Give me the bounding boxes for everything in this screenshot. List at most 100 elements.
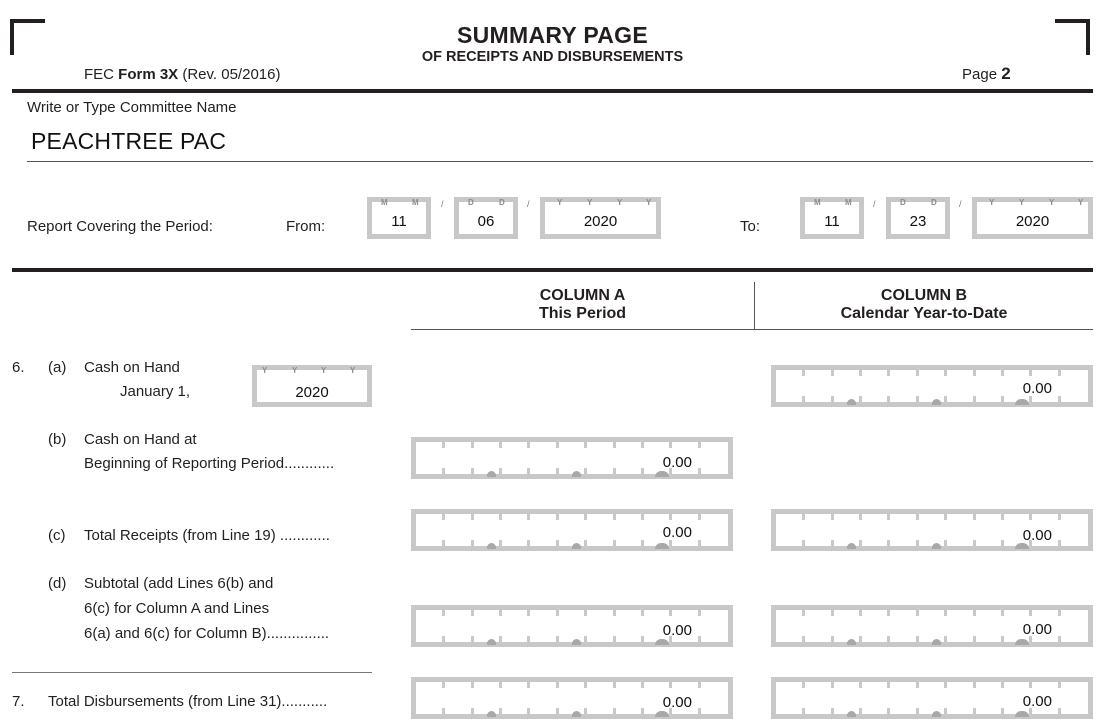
digit-slot-tick xyxy=(1001,682,1004,688)
digit-slot-tick xyxy=(442,442,445,448)
decimal-point-guide xyxy=(1015,711,1029,717)
digit-slot-tick xyxy=(669,540,672,546)
digit-slot-tick xyxy=(698,540,701,546)
from-month-field[interactable]: M M 11 xyxy=(367,197,431,239)
to-year-value: 2020 xyxy=(1015,213,1050,230)
page-number: Page 2 xyxy=(962,64,1011,84)
digit-slot-tick xyxy=(1029,610,1032,616)
digit-slot-tick xyxy=(944,514,947,520)
digit-slot-tick xyxy=(698,610,701,616)
line-6c-column-a-field[interactable]: 0.00 xyxy=(411,509,733,551)
digit-slot-tick xyxy=(831,514,834,520)
digit-slot-tick xyxy=(641,636,644,642)
digit-slot-tick xyxy=(613,708,616,714)
digit-slot-tick xyxy=(944,682,947,688)
digit-slot-tick xyxy=(859,396,862,402)
committee-name-field[interactable]: PEACHTREE PAC xyxy=(31,128,226,155)
digit-slot-tick xyxy=(1029,636,1032,642)
year-hint: Y xyxy=(350,366,356,375)
digit-slot-tick xyxy=(802,396,805,402)
comma-guide xyxy=(932,711,941,717)
line-6d-label-3: 6(a) and 6(c) for Column B).............… xyxy=(84,625,330,642)
line-7-column-b-field[interactable]: 0.00 xyxy=(771,677,1093,719)
month-hint: M xyxy=(381,198,388,207)
digit-slot-tick xyxy=(887,396,890,402)
digit-slot-tick xyxy=(859,514,862,520)
digit-slot-tick xyxy=(831,396,834,402)
day-hint: D xyxy=(468,198,474,207)
digit-slot-tick xyxy=(669,636,672,642)
line-6d-column-a-field[interactable]: 0.00 xyxy=(411,605,733,647)
to-month-field[interactable]: M M 11 xyxy=(800,197,864,239)
decimal-point-guide xyxy=(655,711,669,717)
digit-slot-tick xyxy=(499,514,502,520)
line-6c-column-b-field[interactable]: 0.00 xyxy=(771,509,1093,551)
from-month-value: 11 xyxy=(391,213,407,230)
digit-slot-tick xyxy=(1058,370,1061,376)
line-6d-label-2: 6(c) for Column A and Lines xyxy=(84,600,270,617)
digit-slot-tick xyxy=(698,468,701,474)
from-day-field[interactable]: D D 06 xyxy=(454,197,518,239)
registration-mark-top-left xyxy=(10,19,45,55)
digit-slot-tick xyxy=(831,708,834,714)
line-7-column-a-field[interactable]: 0.00 xyxy=(411,677,733,719)
digit-slot-tick xyxy=(499,468,502,474)
digit-slot-tick xyxy=(556,636,559,642)
digit-slot-tick xyxy=(1058,682,1061,688)
digit-slot-tick xyxy=(1001,370,1004,376)
digit-slot-tick xyxy=(641,610,644,616)
digit-slot-tick xyxy=(613,514,616,520)
digit-slot-tick xyxy=(527,682,530,688)
line-6d-column-b-field[interactable]: 0.00 xyxy=(771,605,1093,647)
from-year-field[interactable]: Y Y Y Y 2020 xyxy=(540,197,661,239)
year-hint: Y xyxy=(557,198,563,207)
digit-slot-tick xyxy=(973,636,976,642)
comma-guide xyxy=(572,639,581,645)
line-6d-label-1: Subtotal (add Lines 6(b) and xyxy=(84,575,274,592)
form-prefix: FEC xyxy=(84,66,114,83)
digit-slot-tick xyxy=(471,682,474,688)
from-day-value: 06 xyxy=(477,213,495,230)
comma-guide xyxy=(932,639,941,645)
month-hint: M xyxy=(412,198,419,207)
line-6b-column-a-field[interactable]: 0.00 xyxy=(411,437,733,479)
digit-slot-tick xyxy=(802,540,805,546)
comma-guide xyxy=(847,711,856,717)
year-hint: Y xyxy=(646,198,652,207)
digit-slot-tick xyxy=(641,468,644,474)
comma-guide xyxy=(932,543,941,549)
comma-guide xyxy=(487,639,496,645)
digit-slot-tick xyxy=(973,370,976,376)
digit-slot-tick xyxy=(944,636,947,642)
decimal-point-guide xyxy=(655,639,669,645)
digit-slot-tick xyxy=(669,708,672,714)
decimal-point-guide xyxy=(1015,639,1029,645)
digit-slot-tick xyxy=(499,610,502,616)
digit-slot-tick xyxy=(499,682,502,688)
column-b-subtitle: Calendar Year-to-Date xyxy=(840,305,1008,322)
digit-slot-tick xyxy=(641,540,644,546)
digit-slot-tick xyxy=(916,636,919,642)
period-divider xyxy=(12,268,1093,272)
digit-slot-tick xyxy=(887,636,890,642)
digit-slot-tick xyxy=(471,610,474,616)
comma-guide xyxy=(487,711,496,717)
column-b-header: COLUMN B Calendar Year-to-Date xyxy=(755,287,1093,323)
digit-slot-tick xyxy=(584,708,587,714)
digit-slot-tick xyxy=(1058,540,1061,546)
digit-slot-tick xyxy=(887,708,890,714)
digit-slot-tick xyxy=(859,540,862,546)
digit-slot-tick xyxy=(944,708,947,714)
digit-slot-tick xyxy=(669,514,672,520)
to-year-field[interactable]: Y Y Y Y 2020 xyxy=(972,197,1093,239)
digit-slot-tick xyxy=(802,370,805,376)
line-6a-year-field[interactable]: Y Y Y Y 2020 xyxy=(252,365,372,407)
digit-slot-tick xyxy=(1058,610,1061,616)
line-6a-column-b-field[interactable]: 0.00 xyxy=(771,365,1093,407)
page-title: SUMMARY PAGE xyxy=(456,22,649,48)
digit-slot-tick xyxy=(1001,396,1004,402)
digit-slot-tick xyxy=(887,610,890,616)
digit-slot-tick xyxy=(831,636,834,642)
to-day-field[interactable]: D D 23 xyxy=(886,197,950,239)
digit-slot-tick xyxy=(887,540,890,546)
